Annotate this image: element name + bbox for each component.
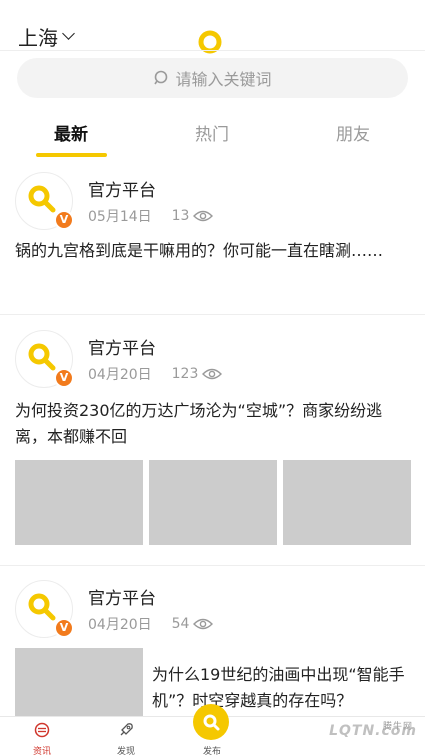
author-name[interactable]: 官方平台 [88,176,156,201]
post-image[interactable] [15,460,143,545]
eye-icon [202,368,223,380]
nav-label: 发现 [116,747,135,756]
divider [0,314,425,315]
logo-icon [28,343,56,371]
verified-badge: V [54,368,74,388]
author-name[interactable]: 官方平台 [88,334,156,359]
watermark-small: 腾牛网 [382,722,413,732]
view-count-value: 54 [171,616,190,632]
view-count: 123 [172,366,223,382]
author-name[interactable]: 官方平台 [88,584,156,609]
divider [0,565,425,566]
view-count-value: 13 [171,208,190,224]
view-count: 54 [172,616,214,632]
publish-button[interactable] [193,704,229,740]
verified-badge: V [54,210,74,230]
news-icon [34,722,50,738]
post-title[interactable]: 为何投资230亿的万达广场沦为“空城”？商家纷纷逃离，本都赚不回 [15,398,410,450]
tab-latest[interactable]: 最新 [11,120,131,145]
search-icon [154,70,168,85]
nav-discover[interactable]: 发现 [96,717,156,756]
post-item[interactable]: V 官方平台 04月20日 54 为什么19世纪的油画中出现“智能手机”？时空穿… [0,578,425,718]
logo-icon [28,593,56,621]
eye-icon [193,618,214,630]
post-title[interactable]: 锅的九宫格到底是干嘛用的？你可能一直在瞎涮…… [15,238,410,264]
feed-tabs: 最新 热门 朋友 [0,112,425,158]
top-bar: 上海 [0,0,425,54]
post-item[interactable]: V 官方平台 04月20日 123 为何投资230亿的万达广场沦为“空城”？商家… [0,328,425,558]
search-input[interactable]: 请输入关键词 [17,58,408,98]
eye-icon [193,210,214,222]
city-label: 上海 [18,26,58,50]
post-meta: 04月20日 54 [88,614,214,634]
nav-news[interactable]: 资讯 [12,717,72,756]
avatar[interactable]: V [15,330,74,388]
post-item[interactable]: V 官方平台 05月14日 13 锅的九宫格到底是干嘛用的？你可能一直在瞎涮…… [0,170,425,300]
search-placeholder: 请输入关键词 [175,70,272,89]
tab-hot[interactable]: 热门 [152,120,272,145]
rocket-icon [120,723,133,736]
city-selector[interactable]: 上海 [18,22,75,51]
avatar[interactable]: V [15,172,74,230]
avatar[interactable]: V [15,580,74,638]
bottom-nav: 资讯 发现 发布 腾牛网 LQTN.com [0,704,425,756]
logo-icon [28,185,56,213]
tab-friends[interactable]: 朋友 [293,120,413,145]
chevron-down-icon [62,27,75,40]
post-date: 04月20日 [88,617,152,633]
publish-icon [203,714,220,731]
post-image[interactable] [283,460,411,545]
post-title[interactable]: 为什么19世纪的油画中出现“智能手机”？时空穿越真的存在吗？ [152,662,412,714]
post-meta: 05月14日 13 [88,206,214,226]
nav-label: 资讯 [32,747,51,756]
post-meta: 04月20日 123 [88,364,223,384]
watermark: 腾牛网 LQTN.com [329,722,417,739]
post-date: 04月20日 [88,367,152,383]
active-tab-indicator [36,153,107,157]
nav-label: 发布 [202,747,221,756]
view-count: 13 [172,208,214,224]
nav-publish[interactable]: 发布 [182,704,242,756]
post-date: 05月14日 [88,209,152,225]
verified-badge: V [54,618,74,638]
post-image[interactable] [15,648,143,718]
post-image[interactable] [149,460,277,545]
divider [0,50,425,51]
view-count-value: 123 [171,366,199,382]
